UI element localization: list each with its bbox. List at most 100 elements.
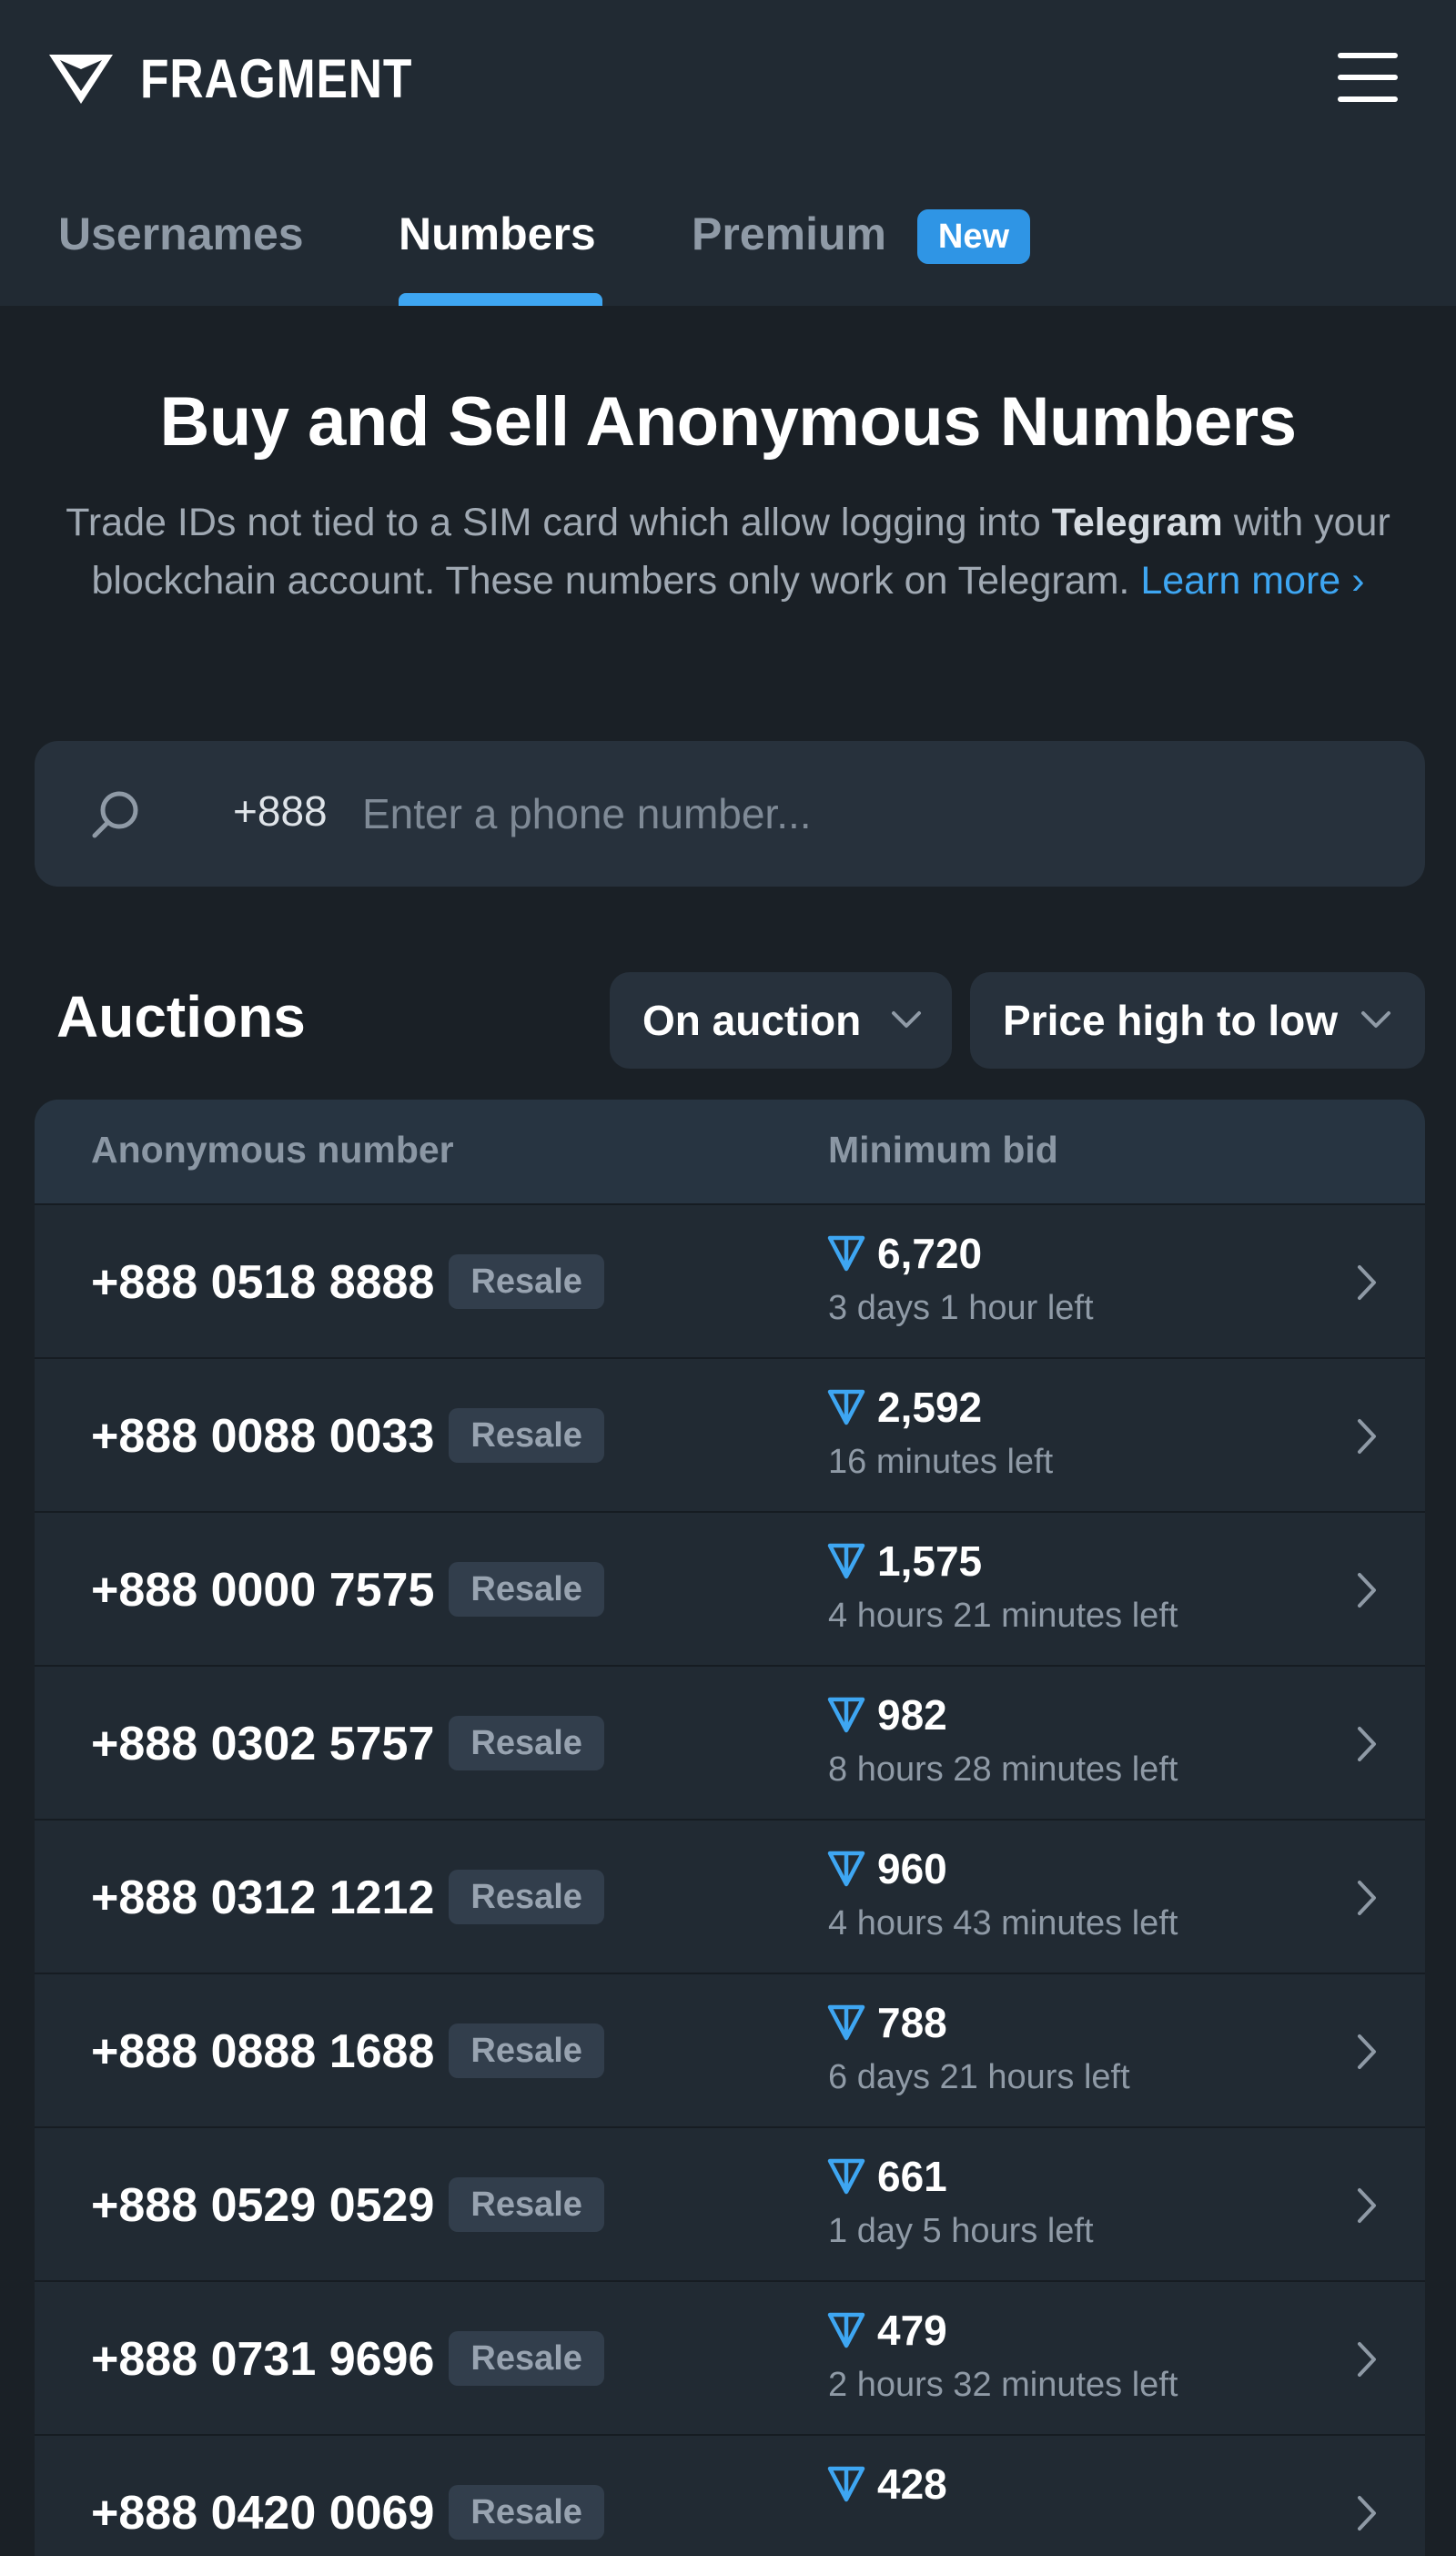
ton-icon xyxy=(827,1851,865,1887)
number-text: +888 0420 0069 xyxy=(91,2487,435,2540)
auctions-heading: Auctions xyxy=(56,984,306,1050)
time-left: 1 day 5 hours left xyxy=(828,2212,1094,2250)
chevron-down-icon xyxy=(892,1011,921,1028)
brand-logo[interactable]: FRAGMENT xyxy=(47,48,457,109)
status-filter-dropdown[interactable]: On auction xyxy=(610,972,952,1069)
tab-numbers[interactable]: Numbers xyxy=(399,208,596,260)
anonymous-number: +888 0312 1212 Resale xyxy=(91,1870,604,1925)
minimum-bid: 982 xyxy=(826,1690,947,1740)
desc-text-1: Trade IDs not tied to a SIM card which a… xyxy=(66,501,1052,544)
minimum-bid: 661 xyxy=(826,2152,947,2201)
time-left: 4 hours 43 minutes left xyxy=(828,1904,1178,1942)
table-row[interactable]: +888 0420 0069 Resale 428 xyxy=(35,2434,1425,2556)
bid-amount: 1,575 xyxy=(877,1537,983,1585)
hamburger-menu-icon[interactable] xyxy=(1338,51,1401,104)
anonymous-number: +888 0529 0529 Resale xyxy=(91,2177,604,2233)
chevron-right-icon xyxy=(1358,1419,1376,1454)
time-left: 2 hours 32 minutes left xyxy=(828,2366,1178,2404)
fragment-logo-icon xyxy=(49,55,113,104)
tab-premium[interactable]: Premium xyxy=(692,208,886,260)
time-left: 6 days 21 hours left xyxy=(828,2058,1130,2096)
chevron-down-icon xyxy=(1361,1011,1390,1028)
minimum-bid: 2,592 xyxy=(826,1383,982,1432)
column-header-number: Anonymous number xyxy=(91,1129,454,1171)
page-description: Trade IDs not tied to a SIM card which a… xyxy=(46,493,1410,610)
phone-search-input[interactable] xyxy=(362,774,1381,854)
table-row[interactable]: +888 0000 7575 Resale 1,575 4 hours 21 minu… xyxy=(35,1511,1425,1665)
column-header-bid: Minimum bid xyxy=(828,1129,1058,1171)
minimum-bid: 6,720 xyxy=(826,1229,982,1278)
ton-icon xyxy=(827,1389,865,1425)
minimum-bid: 960 xyxy=(826,1844,947,1893)
table-row[interactable]: +888 0088 0033 Resale 2,592 16 minutes left xyxy=(35,1357,1425,1511)
country-code-prefix: +888 xyxy=(233,787,328,835)
learn-more-label: Learn more xyxy=(1140,559,1341,603)
status-filter-label: On auction xyxy=(642,997,862,1044)
sort-dropdown[interactable]: Price high to low xyxy=(970,972,1425,1069)
table-row[interactable]: +888 0302 5757 Resale 982 8 hours 28 minute… xyxy=(35,1665,1425,1819)
chevron-right-icon xyxy=(1358,1881,1376,1915)
anonymous-number: +888 0518 8888 Resale xyxy=(91,1254,604,1310)
table-row[interactable]: +888 0731 9696 Resale 479 2 hours 32 minute… xyxy=(35,2280,1425,2434)
chevron-right-icon xyxy=(1358,2342,1376,2377)
ton-icon xyxy=(827,2158,865,2195)
resale-badge: Resale xyxy=(449,1562,604,1617)
search-bar[interactable]: +888 xyxy=(35,741,1425,887)
bid-amount: 6,720 xyxy=(877,1230,983,1277)
minimum-bid: 479 xyxy=(826,2306,947,2355)
chevron-right-icon xyxy=(1358,1265,1376,1300)
top-header: FRAGMENT Usernames Numbers Premium New xyxy=(0,0,1456,306)
auctions-table: Anonymous number Minimum bid +888 0518 8… xyxy=(35,1100,1425,2556)
number-text: +888 0888 1688 xyxy=(91,2025,435,2078)
bid-amount: 479 xyxy=(877,2307,947,2354)
desc-telegram: Telegram xyxy=(1051,501,1223,544)
table-row[interactable]: +888 0888 1688 Resale 788 6 days 21 hours l… xyxy=(35,1973,1425,2126)
resale-badge: Resale xyxy=(449,1254,604,1309)
chevron-right-icon xyxy=(1358,1573,1376,1608)
resale-badge: Resale xyxy=(449,2485,604,2540)
chevron-right-icon xyxy=(1358,2034,1376,2069)
chevron-right-icon xyxy=(1358,2188,1376,2223)
number-text: +888 0518 8888 xyxy=(91,1256,435,1309)
minimum-bid: 428 xyxy=(826,2460,947,2509)
time-left: 8 hours 28 minutes left xyxy=(828,1750,1178,1789)
chevron-right-icon xyxy=(1358,1727,1376,1761)
resale-badge: Resale xyxy=(449,1408,604,1463)
table-row[interactable]: +888 0529 0529 Resale 661 1 day 5 hours lef… xyxy=(35,2126,1425,2280)
anonymous-number: +888 0000 7575 Resale xyxy=(91,1562,604,1618)
time-left: 3 days 1 hour left xyxy=(828,1289,1094,1327)
learn-more-link[interactable]: Learn more › xyxy=(1140,559,1364,603)
chevron-right-icon: › xyxy=(1351,559,1365,603)
bid-amount: 661 xyxy=(877,2153,947,2200)
sort-label: Price high to low xyxy=(1003,997,1339,1044)
resale-badge: Resale xyxy=(449,2024,604,2078)
new-badge: New xyxy=(917,209,1030,264)
bid-amount: 960 xyxy=(877,1845,947,1892)
anonymous-number: +888 0302 5757 Resale xyxy=(91,1716,604,1771)
time-left: 16 minutes left xyxy=(828,1443,1054,1481)
number-text: +888 0529 0529 xyxy=(91,2179,435,2232)
resale-badge: Resale xyxy=(449,2331,604,2386)
number-text: +888 0302 5757 xyxy=(91,1718,435,1770)
ton-icon xyxy=(827,1697,865,1733)
active-tab-indicator xyxy=(399,293,602,306)
minimum-bid: 788 xyxy=(826,1998,947,2047)
nav-tabs: Usernames Numbers Premium xyxy=(0,200,1456,306)
anonymous-number: +888 0888 1688 Resale xyxy=(91,2024,604,2079)
tab-usernames[interactable]: Usernames xyxy=(58,208,304,260)
page-title: Buy and Sell Anonymous Numbers xyxy=(159,383,1297,461)
search-icon xyxy=(92,791,138,838)
bid-amount: 428 xyxy=(877,2460,947,2508)
bid-amount: 788 xyxy=(877,1999,947,2046)
anonymous-number: +888 0420 0069 Resale xyxy=(91,2485,604,2541)
resale-badge: Resale xyxy=(449,2177,604,2232)
table-row[interactable]: +888 0312 1212 Resale 960 4 hours 43 minute… xyxy=(35,1819,1425,1973)
table-header: Anonymous number Minimum bid xyxy=(35,1100,1425,1203)
ton-icon xyxy=(827,1543,865,1579)
number-text: +888 0312 1212 xyxy=(91,1871,435,1924)
brand-name: FRAGMENT xyxy=(140,47,413,109)
resale-badge: Resale xyxy=(449,1870,604,1924)
time-left: 4 hours 21 minutes left xyxy=(828,1597,1178,1635)
table-row[interactable]: +888 0518 8888 Resale 6,720 3 days 1 hour l… xyxy=(35,1203,1425,1357)
number-text: +888 0088 0033 xyxy=(91,1410,435,1463)
